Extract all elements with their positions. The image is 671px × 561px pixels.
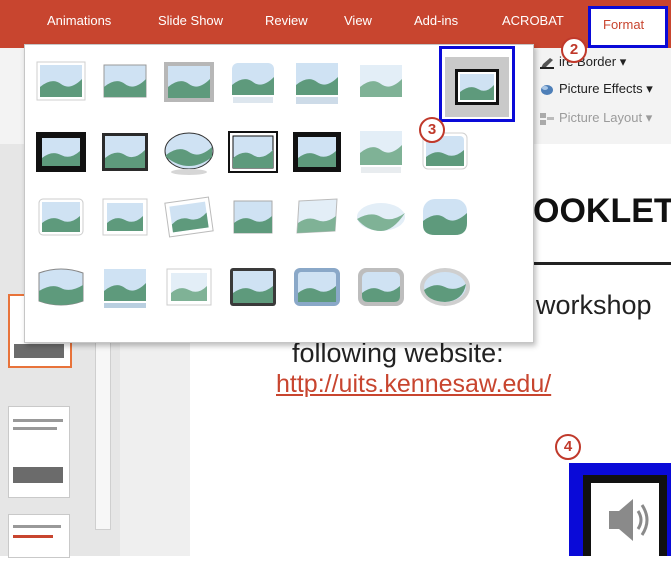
- tab-slide-show[interactable]: Slide Show: [158, 13, 223, 28]
- tab-format-label: Format: [603, 17, 645, 32]
- slide-hyperlink[interactable]: http://uits.kennesaw.edu/: [276, 370, 551, 399]
- callout-2: 2: [561, 37, 587, 63]
- callout-3: 3: [419, 117, 445, 143]
- picture-style-option[interactable]: [353, 263, 409, 313]
- picture-style-option[interactable]: [225, 193, 281, 243]
- slide-thumbnail[interactable]: [8, 406, 70, 498]
- picture-style-option[interactable]: [97, 127, 153, 177]
- picture-style-option[interactable]: [97, 263, 153, 313]
- picture-style-option[interactable]: [33, 263, 89, 313]
- picture-style-option[interactable]: [33, 193, 89, 243]
- tab-review[interactable]: Review: [265, 13, 308, 28]
- audio-object[interactable]: [583, 475, 667, 556]
- picture-style-option[interactable]: [33, 127, 89, 177]
- picture-style-option[interactable]: [417, 193, 473, 243]
- tab-add-ins[interactable]: Add-ins: [414, 13, 458, 28]
- tab-animations[interactable]: Animations: [47, 13, 111, 28]
- picture-style-option[interactable]: [161, 193, 217, 243]
- picture-style-option[interactable]: [289, 263, 345, 313]
- picture-style-option[interactable]: [161, 57, 217, 107]
- picture-style-option[interactable]: [353, 57, 409, 107]
- tab-acrobat[interactable]: ACROBAT: [502, 13, 564, 28]
- picture-layout-button[interactable]: Picture Layout ▾: [540, 110, 652, 126]
- picture-style-option[interactable]: [289, 57, 345, 107]
- picture-effects-label: Picture Effects: [559, 81, 643, 96]
- picture-style-option[interactable]: [289, 193, 345, 243]
- picture-style-option[interactable]: [353, 127, 409, 177]
- picture-style-option[interactable]: [289, 127, 345, 177]
- picture-style-option[interactable]: [97, 57, 153, 107]
- picture-style-option[interactable]: [161, 127, 217, 177]
- layout-icon: [540, 112, 554, 125]
- picture-style-option[interactable]: [33, 57, 89, 107]
- picture-style-option[interactable]: [353, 193, 409, 243]
- picture-style-option[interactable]: [161, 263, 217, 313]
- title-underline: [520, 262, 671, 265]
- slide-thumbnail[interactable]: [8, 514, 70, 558]
- tab-format[interactable]: Format: [588, 6, 668, 48]
- picture-layout-label: Picture Layout: [559, 110, 643, 125]
- picture-style-option[interactable]: [417, 263, 473, 313]
- picture-style-option[interactable]: [225, 127, 281, 177]
- picture-style-option[interactable]: [225, 57, 281, 107]
- picture-style-option[interactable]: [97, 193, 153, 243]
- audio-object-highlight[interactable]: [569, 463, 671, 556]
- effects-icon: [540, 84, 554, 96]
- callout-4: 4: [555, 434, 581, 460]
- slide-body-text[interactable]: workshop: [536, 290, 652, 321]
- picture-effects-button[interactable]: Picture Effects ▾: [540, 81, 653, 97]
- picture-style-option[interactable]: [225, 263, 281, 313]
- speaker-icon: [609, 499, 649, 541]
- pencil-icon: [540, 57, 554, 69]
- slide-title[interactable]: OOKLET: [533, 192, 671, 231]
- tab-view[interactable]: View: [344, 13, 372, 28]
- selected-style-highlight: [439, 46, 515, 122]
